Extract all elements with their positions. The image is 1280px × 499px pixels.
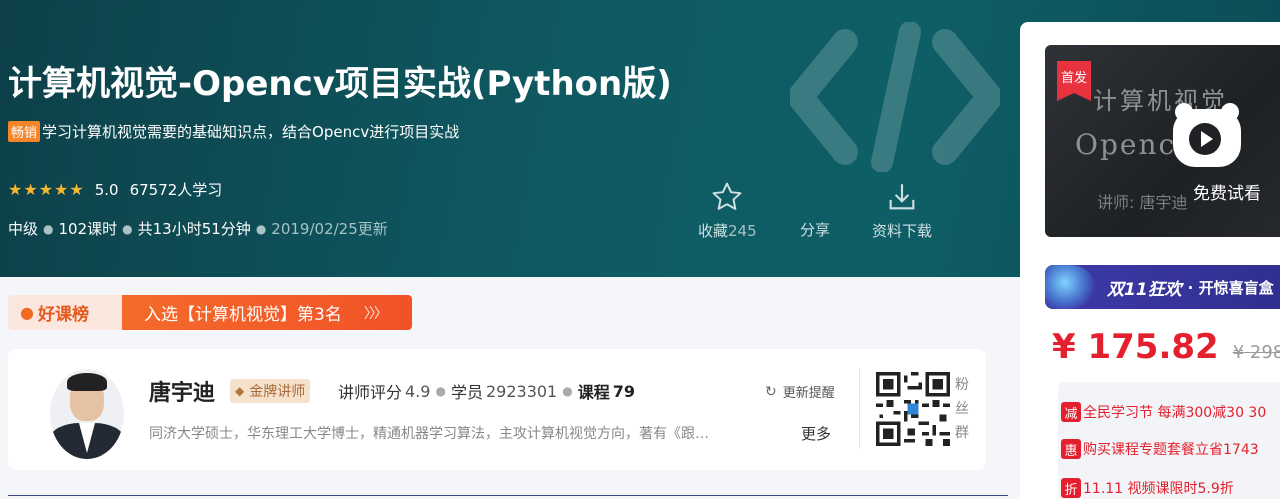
gold-teacher-badge: ◆ 金牌讲师: [230, 379, 311, 403]
coupon-item[interactable]: 惠 购买课程专题套餐立省1743: [1061, 439, 1259, 459]
coupon-tag: 减: [1061, 402, 1081, 422]
update-date: 2019/02/25更新: [271, 220, 388, 238]
favorite-button[interactable]: 收藏245: [698, 180, 757, 241]
teacher-avatar[interactable]: [50, 369, 124, 459]
teacher-stats: 讲师评分 4.9 ● 学员 2923301 ● 课程 79: [338, 379, 635, 403]
divider: [859, 369, 860, 449]
coupon-list: 减 全民学习节 每满300减30 30 惠 购买课程专题套餐立省1743 折 1…: [1058, 382, 1280, 499]
download-icon: [889, 184, 915, 210]
price-row: ¥ 175.82 ¥ 298.00: [1052, 327, 1280, 367]
favorite-label: 收藏: [698, 222, 729, 240]
course-meta-row: 中级 ● 102课时 ● 共13小时51分钟 ● 2019/02/25更新: [8, 218, 388, 239]
promo-banner[interactable]: 双11狂欢 · 开惊喜盲盒: [1045, 265, 1280, 309]
coupon-text: 购买课程专题套餐立省1743: [1083, 442, 1259, 458]
course-duration: 共13小时51分钟: [137, 220, 251, 238]
share-button[interactable]: 分享: [800, 219, 830, 240]
courses-value: 79: [612, 381, 635, 401]
free-trial-label[interactable]: 免费试看: [1193, 179, 1261, 204]
separator-dot: ●: [43, 221, 54, 236]
divider: [8, 495, 1008, 496]
ranking-label: ● 好课榜: [8, 295, 122, 330]
ranking-text: 入选【计算机视觉】第3名 〉〉〉: [122, 295, 412, 330]
course-rating-row: ★★★★★ 5.0 67572人学习: [8, 179, 222, 200]
first-release-badge: 首发: [1057, 61, 1091, 101]
students-value: 2923301: [485, 381, 558, 401]
separator-dot: ●: [435, 384, 446, 398]
current-price: ¥ 175.82: [1052, 327, 1219, 367]
refresh-icon: ↻: [765, 383, 777, 400]
bio-more-link[interactable]: 更多: [801, 423, 831, 444]
flame-icon: ●: [20, 303, 34, 322]
learner-count: 67572人学习: [129, 181, 223, 199]
course-subtitle: 学习计算机视觉需要的基础知识点，结合Opencv进行项目实战: [42, 123, 460, 141]
star-outline-icon: [712, 182, 742, 210]
medal-icon: ◆: [235, 384, 245, 398]
course-subtitle-row: 畅销 学习计算机视觉需要的基础知识点，结合Opencv进行项目实战: [8, 121, 459, 142]
purchase-panel: 计算机视觉 Opencv 战 讲师: 唐宇迪 首发 免费试看 双11狂欢 · 开…: [1020, 22, 1280, 499]
qr-code-icon[interactable]: [876, 372, 950, 446]
separator-dot: ●: [562, 384, 573, 398]
download-materials-button[interactable]: 资料下载: [872, 180, 932, 241]
favorite-count: 245: [728, 222, 757, 240]
play-icon[interactable]: [1173, 103, 1241, 167]
bestseller-badge: 畅销: [8, 121, 41, 142]
coupon-tag: 惠: [1061, 439, 1081, 459]
original-price: ¥ 298.00: [1232, 342, 1280, 363]
course-title: 计算机视觉-Opencv项目实战(Python版): [8, 64, 672, 104]
teacher-name[interactable]: 唐宇迪: [149, 375, 215, 407]
share-label: 分享: [800, 221, 831, 239]
coupon-tag: 折: [1061, 478, 1081, 498]
fans-group-label[interactable]: 粉丝群: [954, 373, 970, 445]
students-label: 学员: [450, 383, 483, 402]
promo-name: 双11狂欢: [1107, 279, 1182, 300]
rating-score: 5.0: [94, 180, 119, 199]
separator-dot: ●: [255, 221, 267, 236]
rating-stars-icon: ★★★★★: [8, 180, 85, 199]
lesson-count: 102课时: [58, 220, 118, 238]
coupon-item[interactable]: 减 全民学习节 每满300减30 30: [1061, 402, 1266, 422]
course-preview-video[interactable]: 计算机视觉 Opencv 战 讲师: 唐宇迪 首发 免费试看: [1045, 45, 1280, 237]
separator-dot: ●: [122, 221, 133, 236]
teacher-card: 唐宇迪 ◆ 金牌讲师 讲师评分 4.9 ● 学员 2923301 ● 课程 79…: [8, 349, 986, 470]
coupon-text: 全民学习节 每满300减30 30: [1083, 405, 1267, 421]
chevrons-right-icon: 〉〉〉: [363, 305, 388, 322]
teacher-rating-label: 讲师评分: [338, 383, 403, 402]
course-level: 中级: [8, 220, 39, 238]
coupon-text: 11.11 视频课限时5.9折: [1083, 481, 1234, 497]
courses-label: 课程: [577, 383, 610, 402]
planet-icon: [1045, 265, 1095, 309]
code-brackets-icon: [790, 22, 1000, 172]
preview-teacher-text: 讲师: 唐宇迪: [1097, 193, 1188, 212]
coupon-item[interactable]: 折 11.11 视频课限时5.9折: [1061, 478, 1234, 498]
teacher-bio: 同济大学硕士，华东理工大学博士，精通机器学习算法，主攻计算机视觉方向，著有《跟…: [149, 426, 709, 442]
ranking-bar[interactable]: ● 好课榜 入选【计算机视觉】第3名 〉〉〉: [8, 295, 412, 330]
promo-text: · 开惊喜盲盒: [1187, 278, 1274, 297]
update-reminder-button[interactable]: ↻ 更新提醒: [765, 382, 835, 402]
download-label: 资料下载: [872, 222, 933, 240]
teacher-rating-value: 4.9: [405, 381, 431, 401]
